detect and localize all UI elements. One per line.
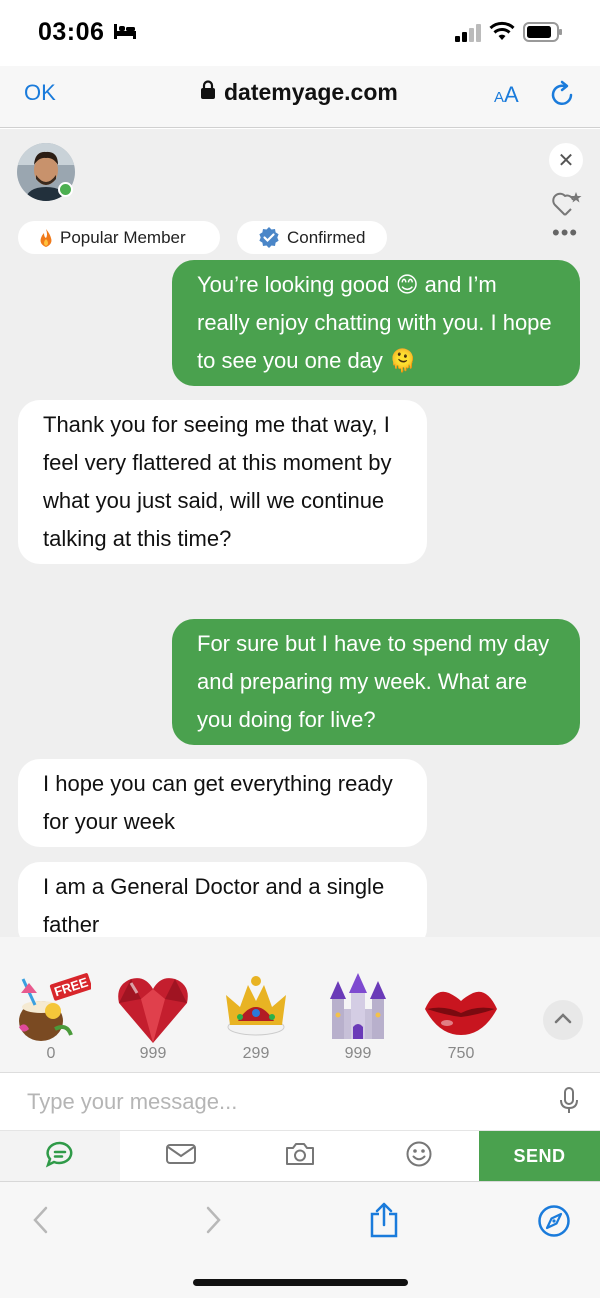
lock-icon xyxy=(200,80,216,105)
tool-photo[interactable] xyxy=(240,1131,360,1181)
status-time: 03:06 xyxy=(38,18,105,46)
url-field[interactable]: datemyage.com xyxy=(200,79,398,106)
gifts-expand-button[interactable] xyxy=(543,1000,583,1040)
smiley-icon xyxy=(405,1140,433,1173)
home-indicator xyxy=(193,1279,408,1286)
badge-label: Confirmed xyxy=(287,227,366,247)
reload-icon[interactable] xyxy=(549,80,577,113)
gift-coconut-cocktail[interactable]: FREE 0 xyxy=(11,969,91,1063)
send-button[interactable]: SEND xyxy=(479,1131,600,1181)
coconut-cocktail-icon: FREE xyxy=(11,969,91,1049)
forward-arrow-icon[interactable] xyxy=(203,1204,223,1241)
envelope-icon xyxy=(165,1142,197,1171)
verified-icon xyxy=(257,226,281,250)
flame-icon xyxy=(38,228,54,248)
tool-mail[interactable] xyxy=(121,1131,241,1181)
tool-chat[interactable] xyxy=(0,1131,120,1181)
castle-icon xyxy=(318,969,398,1049)
sleep-mode-icon xyxy=(113,22,137,45)
message-input[interactable] xyxy=(0,1072,600,1130)
chevron-up-icon xyxy=(554,1011,572,1029)
lips-icon xyxy=(421,969,501,1049)
message-bubble-received: I hope you can get everything ready for … xyxy=(18,759,427,847)
gift-castle[interactable]: 999 xyxy=(318,969,398,1063)
gift-lips[interactable]: 750 xyxy=(421,969,501,1063)
chat-area[interactable]: ✕ ••• Popular Member Confirmed You’re lo… xyxy=(0,129,600,937)
message-bubble-sent: For sure but I have to spend my day and … xyxy=(172,619,580,745)
battery-icon xyxy=(523,22,563,47)
gift-bar: FREE 0 999 299 999 750 xyxy=(0,937,600,1072)
online-status-dot xyxy=(58,182,73,197)
wifi-icon xyxy=(489,21,515,46)
back-arrow-icon[interactable] xyxy=(31,1204,51,1241)
popular-member-badge: Popular Member xyxy=(18,221,220,254)
browser-address-bar: OK datemyage.com AA xyxy=(0,66,600,128)
share-icon[interactable] xyxy=(369,1202,399,1243)
more-options-icon[interactable]: ••• xyxy=(552,222,578,244)
microphone-icon[interactable] xyxy=(558,1086,580,1121)
ruby-heart-icon xyxy=(113,969,193,1049)
tool-emoji[interactable] xyxy=(359,1131,479,1181)
status-bar: 03:06 xyxy=(0,0,600,66)
text-size-button[interactable]: AA xyxy=(494,82,519,108)
chat-bubble-icon xyxy=(45,1140,75,1173)
crown-icon xyxy=(216,969,296,1049)
camera-icon xyxy=(284,1141,316,1172)
gift-ruby-heart[interactable]: 999 xyxy=(113,969,193,1063)
favorite-heart-icon[interactable] xyxy=(551,188,583,223)
cellular-signal-icon xyxy=(455,24,483,47)
confirmed-badge: Confirmed xyxy=(237,221,387,254)
ok-button[interactable]: OK xyxy=(24,80,56,106)
badge-label: Popular Member xyxy=(60,227,186,247)
message-bubble-sent: You’re looking good 😊 and I’m really enj… xyxy=(172,260,580,386)
close-button[interactable]: ✕ xyxy=(549,143,583,177)
url-text: datemyage.com xyxy=(224,79,398,105)
message-bubble-received: I am a General Doctor and a single fathe… xyxy=(18,862,427,937)
message-bubble-received: Thank you for seeing me that way, I feel… xyxy=(18,400,427,564)
message-toolbar: SEND xyxy=(0,1130,600,1181)
gift-crown[interactable]: 299 xyxy=(216,969,296,1063)
compass-icon[interactable] xyxy=(537,1204,571,1243)
